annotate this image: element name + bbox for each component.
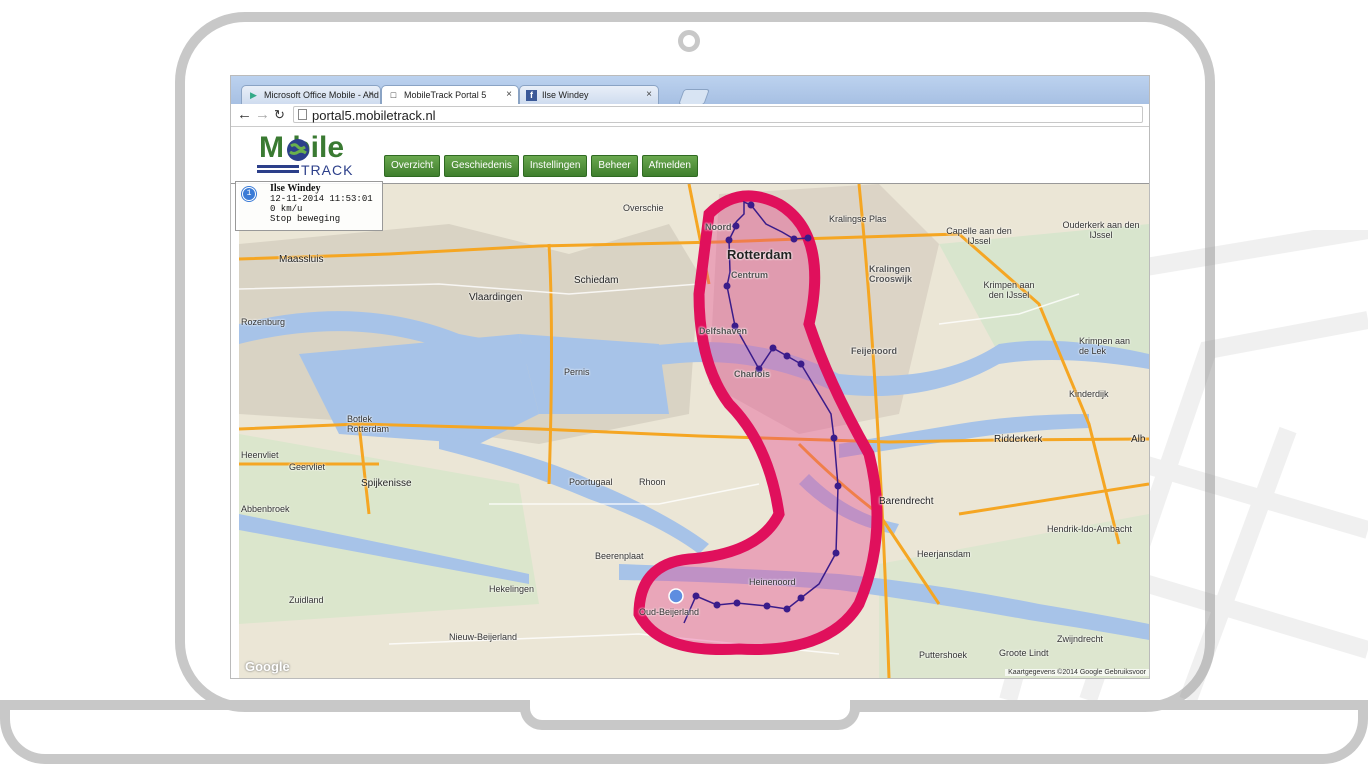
device-name: Ilse Windey xyxy=(270,183,321,194)
forward-arrow-icon[interactable]: → xyxy=(255,106,270,124)
tab-label: Ilse Windey xyxy=(542,90,589,100)
main-menu: Overzicht Geschiedenis Instellingen Behe… xyxy=(384,155,698,177)
place-label: Poortugaal xyxy=(569,477,613,487)
place-label: Zwijndrecht xyxy=(1057,634,1104,644)
place-label: Hendrik-Ido-Ambacht xyxy=(1047,524,1133,534)
place-label: Alb xyxy=(1131,434,1146,445)
place-label: Capelle aan den IJssel xyxy=(946,226,1012,246)
place-label: Geervliet xyxy=(289,462,326,472)
map-canvas[interactable]: Maassluis Vlaardingen Schiedam Rotterdam… xyxy=(239,184,1149,678)
close-icon[interactable]: × xyxy=(646,89,652,100)
tab-label: Microsoft Office Mobile - And xyxy=(264,90,379,100)
menu-geschiedenis-button[interactable]: Geschiedenis xyxy=(444,155,519,177)
reload-icon[interactable]: ↻ xyxy=(274,106,285,124)
place-label: Maassluis xyxy=(279,254,324,265)
place-label: Krimpen aan de Lek xyxy=(1079,336,1131,356)
place-label: Krimpen aan den IJssel xyxy=(983,280,1035,300)
back-arrow-icon[interactable]: ← xyxy=(237,106,252,124)
app-header: M bile TRACK Overzicht Geschiedenis Inst… xyxy=(231,127,1149,184)
place-label: Puttershoek xyxy=(919,650,968,660)
place-label: Spijkenisse xyxy=(361,478,412,489)
device-marker-icon: 1 xyxy=(242,187,256,201)
laptop-notch xyxy=(520,700,860,730)
place-label: Groote Lindt xyxy=(999,648,1049,658)
tab-facebook[interactable]: f Ilse Windey × xyxy=(519,85,659,104)
browser-window: ▶ Microsoft Office Mobile - And × □ Mobi… xyxy=(230,75,1150,679)
place-label: Abbenbroek xyxy=(241,504,290,514)
place-label: Nieuw-Beijerland xyxy=(449,632,518,642)
url-input[interactable]: portal5.mobiletrack.nl xyxy=(293,106,1143,123)
url-text: portal5.mobiletrack.nl xyxy=(312,108,436,123)
facebook-icon: f xyxy=(526,90,537,101)
place-label: Overschie xyxy=(623,203,664,213)
google-logo: Google xyxy=(245,659,290,674)
place-label: Heinenoord xyxy=(749,577,796,587)
page-icon: □ xyxy=(390,90,397,100)
close-icon[interactable]: × xyxy=(506,89,512,100)
mobiletrack-logo[interactable]: M bile TRACK xyxy=(257,131,369,179)
play-store-icon: ▶ xyxy=(250,90,257,100)
place-label: Oud-Beijerland xyxy=(639,607,700,617)
place-label: Vlaardingen xyxy=(469,292,523,303)
place-label: Ouderkerk aan den IJssel xyxy=(1062,220,1140,240)
place-label: Kinderdijk xyxy=(1069,389,1109,399)
tab-office[interactable]: ▶ Microsoft Office Mobile - And × xyxy=(241,85,381,104)
place-label: Zuidland xyxy=(289,595,324,605)
place-label: Centrum xyxy=(731,270,769,280)
place-label: Beerenplaat xyxy=(595,551,644,561)
camera-icon xyxy=(678,30,700,52)
place-label: Ridderkerk xyxy=(994,434,1043,445)
address-bar: ← → ↻ portal5.mobiletrack.nl xyxy=(231,104,1149,127)
place-label: Hekelingen xyxy=(489,584,535,594)
logo-sub-text: TRACK xyxy=(301,162,354,178)
place-label: Pernis xyxy=(564,367,590,377)
device-datetime: 12-11-2014 11:53:01 xyxy=(270,194,373,204)
place-label: Heerjansdam xyxy=(917,549,971,559)
place-label: Kralingen Crooswijk xyxy=(869,264,913,284)
menu-overzicht-button[interactable]: Overzicht xyxy=(384,155,441,177)
place-label: Barendrecht xyxy=(879,496,934,507)
device-position-marker xyxy=(668,588,684,604)
device-status: Stop beweging xyxy=(270,214,341,224)
place-label: Rhoon xyxy=(639,477,666,487)
tab-bar: ▶ Microsoft Office Mobile - And × □ Mobi… xyxy=(231,76,1149,105)
globe-icon xyxy=(287,139,309,161)
page-icon xyxy=(298,109,307,120)
place-label: Botlek Rotterdam xyxy=(347,414,390,434)
close-icon[interactable]: × xyxy=(368,89,374,100)
place-label: Charlois xyxy=(734,369,771,379)
new-tab-button[interactable] xyxy=(678,89,710,105)
menu-instellingen-button[interactable]: Instellingen xyxy=(522,155,588,177)
device-info-box[interactable]: 1 Ilse Windey 12-11-2014 11:53:01 0 km/u… xyxy=(235,181,383,231)
place-label: Noord xyxy=(705,222,732,232)
place-label: Delfshaven xyxy=(699,326,748,336)
place-label: Rotterdam xyxy=(727,247,793,262)
device-speed: 0 km/u xyxy=(270,204,303,214)
menu-afmelden-button[interactable]: Afmelden xyxy=(641,155,698,177)
place-label: Kralingse Plas xyxy=(829,214,887,224)
logo-lines xyxy=(257,165,299,177)
menu-beheer-button[interactable]: Beheer xyxy=(591,155,638,177)
place-label: Schiedam xyxy=(574,275,619,286)
tab-label: MobileTrack Portal 5 xyxy=(404,90,487,100)
place-label: Rozenburg xyxy=(241,317,286,327)
map-copyright[interactable]: Kaartgegevens ©2014 Google Gebruiksvoor xyxy=(1005,669,1149,676)
place-label: Feijenoord xyxy=(851,346,898,356)
place-label: Heenvliet xyxy=(241,450,279,460)
tab-mobiletrack[interactable]: □ MobileTrack Portal 5 × xyxy=(381,85,519,104)
